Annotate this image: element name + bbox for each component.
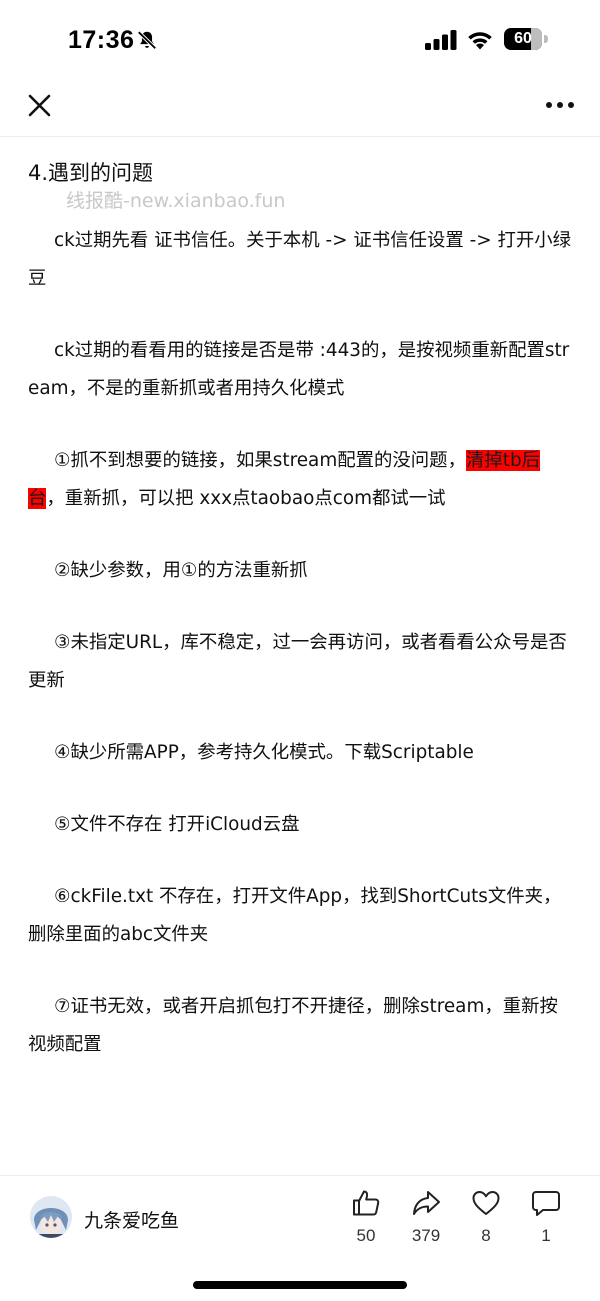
author-avatar[interactable]	[30, 1196, 72, 1238]
like-count: 50	[356, 1226, 376, 1245]
paragraph-5: ③未指定URL，库不稳定，过一会再访问，或者看看公众号是否更新	[28, 632, 567, 691]
heading-text: 4.遇到的问题	[28, 161, 154, 185]
paragraph-6: ④缺少所需APP，参考持久化模式。下载Scriptable	[54, 742, 474, 763]
avatar-image	[30, 1196, 72, 1238]
paragraph-1: ck过期先看 证书信任。关于本机 -> 证书信任设置 -> 打开小绿豆	[28, 230, 572, 289]
favorite-button[interactable]: 8	[456, 1188, 516, 1252]
nav-bar	[0, 80, 600, 137]
article-content: 4.遇到的问题 线报酷-new.xianbao.fun ck过期先看 证书信任。…	[28, 150, 574, 1064]
battery-level: 60	[514, 30, 532, 47]
share-forward-icon	[413, 1191, 440, 1215]
bell-slash-icon	[137, 30, 157, 50]
share-button[interactable]: 379	[396, 1188, 456, 1252]
comment-bubble-icon	[532, 1191, 560, 1216]
wifi-icon	[468, 32, 492, 50]
status-bar: 17:36 60	[0, 0, 600, 80]
battery-indicator: 60	[504, 28, 548, 50]
like-button[interactable]: 50	[336, 1188, 396, 1252]
paragraph-4: ②缺少参数，用①的方法重新抓	[54, 560, 308, 581]
paragraph-3-text-after: ，重新抓，可以把 xxx点taobao点com都试一试	[46, 488, 446, 509]
author-name[interactable]: 九条爱吃鱼	[84, 1206, 179, 1233]
home-indicator[interactable]	[193, 1281, 407, 1289]
comment-count: 1	[541, 1226, 551, 1245]
paragraph-3-text-before: ①抓不到想要的链接，如果stream配置的没问题，	[54, 450, 466, 471]
paragraph-9: ⑦证书无效，或者开启抓包打不开捷径，删除stream，重新按视频配置	[28, 996, 558, 1055]
more-horizontal-icon[interactable]	[540, 90, 580, 120]
thumbs-up-icon	[353, 1190, 380, 1216]
share-count: 379	[411, 1226, 441, 1245]
paragraph-2: ck过期的看看用的链接是否是带 :443的，是按视频重新配置stream，不是的…	[28, 340, 570, 399]
status-time: 17:36	[68, 26, 135, 54]
section-heading: 4.遇到的问题 线报酷-new.xianbao.fun	[28, 150, 574, 212]
favorite-count: 8	[481, 1226, 491, 1245]
cellular-signal-icon	[425, 30, 457, 50]
paragraph-3: ①抓不到想要的链接，如果stream配置的没问题，清掉tb后台，重新抓，可以把 …	[28, 442, 574, 518]
heart-icon	[472, 1191, 500, 1215]
comment-button[interactable]: 1	[516, 1188, 576, 1252]
bottom-action-bar: 九条爱吃鱼 50 379 8 1	[0, 1175, 600, 1301]
paragraph-7: ⑤文件不存在 打开iCloud云盘	[54, 814, 300, 835]
close-icon[interactable]	[22, 88, 58, 124]
paragraph-8: ⑥ckFile.txt 不存在，打开文件App，找到ShortCuts文件夹，删…	[28, 886, 562, 945]
